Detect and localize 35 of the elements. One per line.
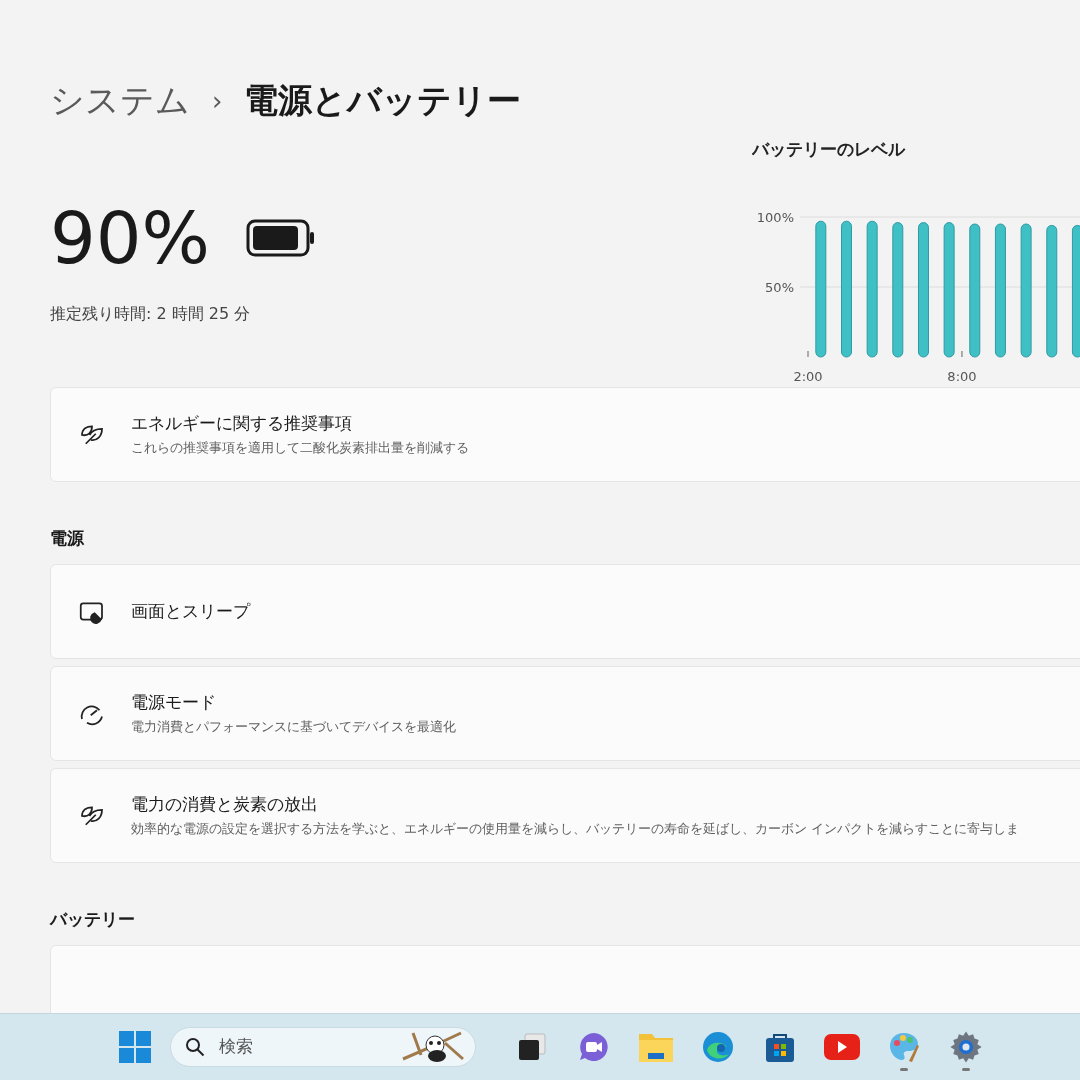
- chat-icon: [577, 1030, 611, 1064]
- card-description: 電力消費とパフォーマンスに基づいてデバイスを最適化: [131, 718, 456, 736]
- settings-card[interactable]: エネルギーに関する推奨事項 これらの推奨事項を適用して二酸化炭素排出量を削減する: [50, 387, 1080, 482]
- card-title: 電力の消費と炭素の放出: [131, 793, 319, 816]
- search-bar[interactable]: 検索: [170, 1027, 476, 1067]
- browser-icon: [701, 1030, 735, 1064]
- panda-branch-drawing: [401, 1029, 467, 1065]
- axis-label: 100%: [756, 210, 794, 225]
- page-title: 電源とバッテリー: [244, 79, 522, 122]
- card-title: エネルギーに関する推奨事項: [131, 412, 353, 435]
- search-field[interactable]: 検索: [217, 1036, 389, 1058]
- axis-label: 2:00: [793, 369, 823, 384]
- palette-icon: [887, 1030, 921, 1064]
- settings-card[interactable]: 電源モード 電力消費とパフォーマンスに基づいてデバイスを最適化: [50, 666, 1080, 761]
- video-play-icon: [824, 1034, 860, 1060]
- axis-label: 8:00: [947, 369, 977, 384]
- start-icon[interactable]: [118, 1030, 152, 1064]
- search-icon: [185, 1037, 205, 1057]
- card-title: 画面とスリープ: [131, 600, 250, 623]
- settings-icon: [949, 1030, 983, 1064]
- axis-label: 50%: [765, 280, 794, 295]
- settings-card[interactable]: 画面とスリープ: [50, 564, 1080, 659]
- chart-title: バッテリーのレベル: [752, 138, 907, 161]
- card-title: 電源モード: [131, 691, 217, 714]
- breadcrumb-link[interactable]: システム: [50, 78, 190, 124]
- section-heading: バッテリー: [50, 908, 136, 931]
- remaining-time: 推定残り時間: 2 時間 25 分: [50, 304, 252, 325]
- card-description: 効率的な電源の設定を選択する方法を学ぶと、エネルギーの使用量を減らし、バッテリーの寿命を延ばし、カーボン インパクトを減らすことに寄与しま: [131, 820, 1020, 838]
- battery-percent: 90%: [50, 202, 211, 274]
- folder-icon: [638, 1031, 674, 1063]
- settings-card[interactable]: 電力の消費と炭素の放出 効率的な電源の設定を選択する方法を学ぶと、エネルギーの使用量を減らし、バッテリーの寿命を延ばし、カーボン インパクトを減らすことに寄与しま: [50, 768, 1080, 863]
- breadcrumb-separator: ›: [212, 86, 223, 116]
- section-heading: 電源: [50, 527, 85, 550]
- card-description: これらの推奨事項を適用して二酸化炭素排出量を削減する: [131, 439, 469, 457]
- battery-icon: [246, 218, 317, 258]
